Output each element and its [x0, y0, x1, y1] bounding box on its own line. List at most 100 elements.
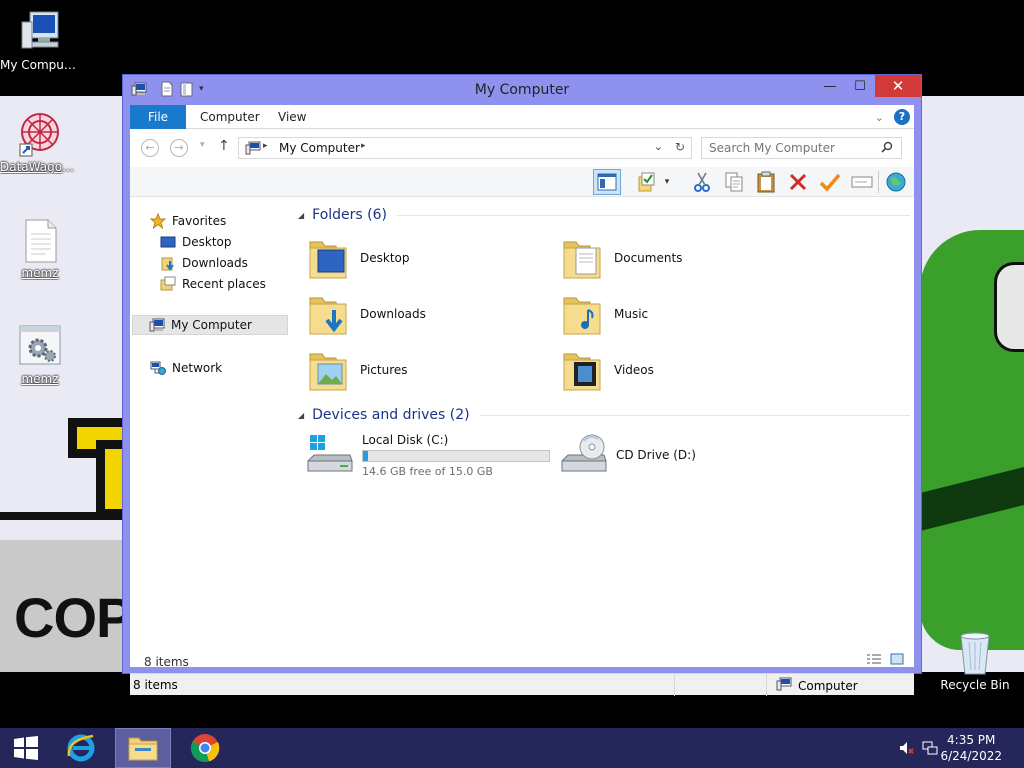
expand-ribbon-chevron-icon[interactable]: ⌄ — [875, 111, 884, 124]
internet-explorer-icon — [67, 734, 95, 762]
file-explorer-icon — [128, 737, 158, 761]
folder-name: Videos — [614, 363, 654, 377]
back-button[interactable]: ← — [141, 139, 159, 157]
navigation-bar: ← → ▾ ↑ ▸ My Computer ▸ ⌄ ↻ — [130, 135, 914, 161]
command-toolbar: ▾ — [130, 167, 914, 197]
network-tray-icon[interactable] — [922, 740, 938, 759]
recent-locations-chevron-icon[interactable]: ▾ — [200, 140, 205, 150]
clock[interactable]: 4:35 PM 6/24/2022 — [940, 732, 1002, 764]
taskbar-chrome[interactable] — [182, 728, 228, 768]
desktop-icon-memz-exe[interactable]: memz — [0, 322, 80, 386]
collapse-triangle-icon[interactable]: ◢ — [298, 211, 304, 220]
collapse-triangle-icon[interactable]: ◢ — [298, 411, 304, 420]
taskbar-internet-explorer[interactable] — [58, 728, 104, 768]
nav-recent-places[interactable]: Recent places — [160, 274, 266, 294]
details-view-icon[interactable] — [866, 653, 882, 668]
start-button[interactable] — [6, 728, 46, 768]
status-divider — [766, 674, 767, 696]
properties-check-icon[interactable] — [632, 169, 660, 195]
address-bar[interactable]: ▸ My Computer ▸ ⌄ ↻ — [238, 137, 692, 159]
nav-desktop-label: Desktop — [182, 235, 232, 249]
rename-field-icon[interactable] — [848, 169, 876, 195]
nav-network-label: Network — [172, 361, 223, 375]
title-bar[interactable]: ▾ My Computer — ☐ ✕ — [123, 75, 921, 105]
desktop-icon-my-computer[interactable]: My Computer — [0, 8, 80, 72]
recycle-bin-icon — [955, 630, 995, 676]
group-header-devices[interactable]: ◢ Devices and drives (2) — [298, 405, 910, 425]
cut-scissors-icon[interactable] — [688, 169, 716, 195]
nav-favorites[interactable]: Favorites — [149, 211, 226, 231]
videos-folder-icon — [562, 348, 602, 392]
drive-info: Local Disk (C:) 14.6 GB free of 15.0 GB — [362, 433, 550, 478]
paste-clipboard-icon[interactable] — [752, 169, 780, 195]
desktop-icon-label: Recycle Bin — [940, 678, 1010, 692]
downloads-folder-icon — [160, 255, 176, 271]
rename-check-icon[interactable] — [816, 169, 844, 195]
content-pane: ◢ Folders (6) Desktop Documents Download… — [298, 203, 910, 623]
folder-downloads[interactable]: Downloads — [308, 289, 548, 339]
organize-dropdown-chevron-icon[interactable]: ▾ — [660, 169, 674, 195]
folder-name: Documents — [614, 251, 683, 265]
toolbar-divider — [878, 171, 879, 193]
search-box[interactable] — [701, 137, 902, 159]
large-icons-view-icon[interactable] — [890, 653, 904, 668]
computer-icon — [149, 317, 165, 333]
tab-file[interactable]: File — [130, 105, 186, 129]
address-history-chevron-icon[interactable]: ⌄ — [654, 140, 663, 153]
desktop-icon-label: DataWagon... — [0, 160, 80, 174]
nav-downloads[interactable]: Downloads — [160, 253, 248, 273]
copy-icon[interactable] — [720, 169, 748, 195]
wallpaper-line — [0, 512, 130, 520]
navigation-pane: Favorites Desktop Downloads Recent place… — [130, 203, 294, 623]
drive-name: Local Disk (C:) — [362, 432, 449, 447]
forward-button[interactable]: → — [170, 139, 188, 157]
group-header-rule — [397, 214, 910, 216]
folder-music[interactable]: Music — [562, 289, 802, 339]
chrome-icon — [190, 734, 220, 763]
status-bar: 8 items Computer — [130, 673, 914, 696]
globe-network-icon[interactable] — [882, 169, 910, 195]
nav-my-computer[interactable]: My Computer — [132, 315, 288, 335]
folder-videos[interactable]: Videos — [562, 345, 802, 395]
window-controls: — ☐ ✕ — [815, 75, 921, 97]
maximize-button[interactable]: ☐ — [845, 75, 875, 97]
close-button[interactable]: ✕ — [875, 75, 921, 97]
desktop-icon-datawagon[interactable]: DataWagon... — [0, 110, 80, 174]
desktop-folder-icon — [308, 236, 348, 280]
folder-name: Downloads — [360, 307, 426, 321]
status-divider — [674, 674, 675, 696]
delete-x-icon[interactable] — [784, 169, 812, 195]
folder-documents[interactable]: Documents — [562, 233, 802, 283]
computer-icon — [776, 677, 792, 694]
search-input[interactable] — [702, 138, 872, 158]
windows-logo-icon — [14, 736, 38, 760]
address-path-chevron-icon[interactable]: ▸ — [361, 141, 366, 151]
status-location-label: Computer — [798, 678, 858, 693]
address-path[interactable]: My Computer — [279, 141, 360, 155]
drive-info: CD Drive (D:) — [616, 448, 696, 462]
search-icon[interactable] — [881, 141, 893, 156]
network-icon — [150, 360, 166, 376]
volume-muted-icon[interactable] — [898, 740, 914, 759]
drive-usage-bar — [362, 449, 550, 462]
preview-pane-button[interactable] — [593, 169, 621, 195]
desktop-icon-memz-text[interactable]: memz — [0, 216, 80, 280]
minimize-button[interactable]: — — [815, 75, 845, 97]
drive-local-disk[interactable]: Local Disk (C:) 14.6 GB free of 15.0 GB — [306, 431, 550, 479]
up-button[interactable]: ↑ — [218, 138, 230, 154]
group-header-folders[interactable]: ◢ Folders (6) — [298, 205, 910, 225]
desktop-icon-label: My Computer — [0, 58, 80, 72]
tab-view[interactable]: View — [264, 105, 320, 129]
folder-pictures[interactable]: Pictures — [308, 345, 548, 395]
tab-computer[interactable]: Computer — [186, 105, 274, 129]
help-icon[interactable]: ? — [894, 109, 910, 125]
taskbar-file-explorer[interactable] — [115, 728, 171, 768]
nav-network[interactable]: Network — [150, 358, 222, 378]
drive-cd[interactable]: CD Drive (D:) — [560, 431, 696, 479]
desktop-icon-recycle-bin[interactable]: Recycle Bin — [934, 630, 1016, 692]
group-header-devices-label: Devices and drives (2) — [312, 407, 470, 423]
refresh-icon[interactable]: ↻ — [675, 140, 685, 154]
address-separator-icon[interactable]: ▸ — [263, 141, 268, 151]
folder-desktop[interactable]: Desktop — [308, 233, 548, 283]
nav-desktop[interactable]: Desktop — [160, 232, 232, 252]
